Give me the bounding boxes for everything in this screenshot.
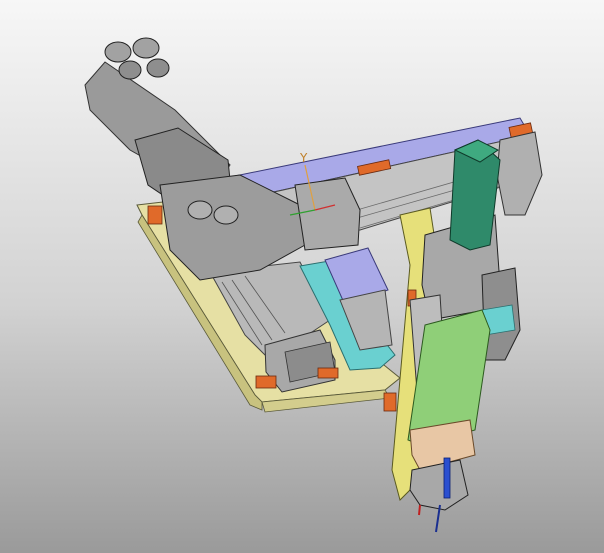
coupling-block[interactable] — [294, 177, 361, 251]
base-clamp-front — [255, 375, 277, 389]
base-clamp-right — [317, 367, 339, 379]
x-axis-end-block[interactable] — [496, 131, 543, 216]
base-clamp-left — [147, 205, 163, 225]
cad-viewport[interactable]: Y — [0, 0, 604, 553]
bracket-orange-tab-lower — [383, 392, 397, 412]
probe-tool[interactable] — [443, 457, 451, 499]
triad-y-label: Y — [299, 151, 308, 165]
assembly-model[interactable]: Y — [0, 0, 604, 553]
probe-tip-red — [418, 504, 421, 516]
